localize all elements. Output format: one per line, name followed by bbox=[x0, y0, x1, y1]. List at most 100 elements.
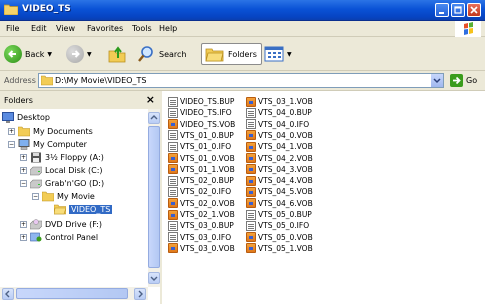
file-item[interactable]: VTS_03_0.BUP bbox=[168, 220, 234, 231]
file-item[interactable]: VTS_04_5.VOB bbox=[246, 186, 313, 197]
file-item[interactable]: VTS_01_0.IFO bbox=[168, 141, 231, 152]
views-button[interactable]: ▼ bbox=[264, 42, 292, 66]
scroll-right-button[interactable] bbox=[134, 288, 146, 300]
menu-favorites[interactable]: Favorites bbox=[87, 24, 123, 33]
file-item[interactable]: VTS_02_0.VOB bbox=[168, 198, 235, 209]
folders-label: Folders bbox=[228, 49, 257, 59]
open-folder-icon bbox=[54, 204, 66, 215]
expand-icon[interactable]: + bbox=[20, 154, 27, 161]
up-folder-button[interactable] bbox=[107, 42, 127, 66]
tree-item-grabngo-d[interactable]: − Grab'n'GO (D:) bbox=[20, 177, 104, 190]
video-file-icon bbox=[246, 243, 256, 254]
file-item[interactable]: VIDEO_TS.IFO bbox=[168, 107, 232, 118]
tree-item-my-movie[interactable]: − My Movie bbox=[32, 190, 95, 203]
forward-button[interactable]: ▼ bbox=[66, 42, 92, 66]
file-item[interactable]: VIDEO_TS.VOB bbox=[168, 119, 235, 130]
file-item[interactable]: VTS_05_0.VOB bbox=[246, 232, 313, 243]
collapse-icon[interactable]: − bbox=[8, 141, 15, 148]
forward-arrow-icon bbox=[66, 45, 84, 63]
document-file-icon bbox=[246, 220, 256, 231]
back-button[interactable]: Back ▼ bbox=[4, 42, 52, 66]
scroll-left-button[interactable] bbox=[2, 288, 14, 300]
file-item[interactable]: VTS_04_3.VOB bbox=[246, 164, 313, 175]
menu-tools[interactable]: Tools bbox=[132, 24, 152, 33]
file-item[interactable]: VTS_04_1.VOB bbox=[246, 141, 313, 152]
file-name: VIDEO_TS.VOB bbox=[180, 119, 236, 129]
menu-help[interactable]: Help bbox=[159, 24, 177, 33]
maximize-button[interactable] bbox=[451, 3, 465, 17]
file-item[interactable]: VTS_02_0.IFO bbox=[168, 186, 231, 197]
file-item[interactable]: VTS_05_0.IFO bbox=[246, 220, 309, 231]
file-item[interactable]: VTS_04_0.VOB bbox=[246, 130, 313, 141]
minimize-button[interactable] bbox=[435, 3, 449, 17]
forward-dropdown-icon[interactable]: ▼ bbox=[87, 51, 92, 58]
tree-horizontal-scrollbar[interactable] bbox=[0, 287, 148, 300]
expand-icon[interactable]: + bbox=[20, 167, 27, 174]
expand-icon[interactable]: + bbox=[20, 234, 27, 241]
file-item[interactable]: VTS_01_0.VOB bbox=[168, 153, 235, 164]
collapse-icon[interactable]: − bbox=[20, 180, 27, 187]
tree-item-floppy[interactable]: + 3½ Floppy (A:) bbox=[20, 151, 104, 164]
expand-icon[interactable]: + bbox=[20, 221, 27, 228]
collapse-icon[interactable]: − bbox=[32, 193, 39, 200]
file-name: VTS_04_0.VOB bbox=[258, 130, 313, 140]
menu-view[interactable]: View bbox=[56, 24, 75, 33]
views-dropdown-icon[interactable]: ▼ bbox=[287, 51, 292, 58]
tree-item-my-computer[interactable]: − My Computer bbox=[8, 138, 87, 151]
file-item[interactable]: VTS_01_0.BUP bbox=[168, 130, 234, 141]
file-item[interactable]: VTS_03_1.VOB bbox=[246, 96, 313, 107]
menu-edit[interactable]: Edit bbox=[31, 24, 47, 33]
address-dropdown-button[interactable] bbox=[431, 74, 443, 87]
control-panel-icon bbox=[30, 232, 42, 242]
file-item[interactable]: VTS_04_0.IFO bbox=[246, 119, 309, 130]
close-pane-icon[interactable]: × bbox=[146, 93, 155, 106]
up-folder-icon bbox=[108, 46, 126, 63]
address-input[interactable]: D:\My Movie\VIDEO_TS bbox=[38, 73, 444, 88]
tree-item-video-ts[interactable]: VIDEO_TS bbox=[54, 203, 113, 216]
tree-item-desktop[interactable]: Desktop bbox=[2, 111, 50, 124]
tree-item-local-disk-c[interactable]: + Local Disk (C:) bbox=[20, 164, 103, 177]
search-label: Search bbox=[159, 49, 187, 59]
tree-item-control-panel[interactable]: + Control Panel bbox=[20, 231, 98, 244]
close-button[interactable] bbox=[467, 3, 481, 17]
scroll-thumb[interactable] bbox=[16, 288, 128, 299]
file-name: VTS_01_0.BUP bbox=[180, 130, 234, 140]
file-item[interactable]: VTS_05_1.VOB bbox=[246, 243, 313, 254]
tree-vertical-scrollbar[interactable] bbox=[148, 109, 160, 287]
file-item[interactable]: VTS_02_1.VOB bbox=[168, 209, 235, 220]
go-button[interactable]: Go bbox=[450, 73, 477, 88]
back-dropdown-icon[interactable]: ▼ bbox=[47, 51, 52, 58]
video-file-icon bbox=[168, 119, 178, 130]
file-name: VTS_03_0.IFO bbox=[180, 232, 232, 242]
file-item[interactable]: VTS_05_0.BUP bbox=[246, 209, 312, 220]
scroll-thumb[interactable] bbox=[148, 126, 160, 268]
scroll-down-button[interactable] bbox=[148, 272, 160, 284]
file-item[interactable]: VTS_02_0.BUP bbox=[168, 175, 234, 186]
tree-label: Grab'n'GO (D:) bbox=[45, 179, 105, 188]
computer-icon bbox=[18, 139, 30, 150]
back-arrow-icon bbox=[4, 45, 22, 63]
file-name: VTS_02_1.VOB bbox=[180, 210, 235, 219]
folder-icon bbox=[18, 126, 30, 137]
expand-icon[interactable]: + bbox=[8, 128, 15, 135]
video-file-icon bbox=[168, 153, 178, 163]
file-item[interactable]: VTS_01_1.VOB bbox=[168, 164, 235, 175]
tree-item-dvd-drive[interactable]: + DVD Drive (F:) bbox=[20, 218, 102, 231]
tree-item-my-documents[interactable]: + My Documents bbox=[8, 125, 93, 138]
file-item[interactable]: VTS_03_0.IFO bbox=[168, 232, 231, 243]
scroll-up-button[interactable] bbox=[148, 112, 160, 124]
video-file-icon bbox=[246, 153, 256, 163]
video-file-icon bbox=[246, 175, 256, 186]
search-button[interactable]: Search bbox=[136, 42, 186, 66]
title-bar[interactable]: VIDEO_TS bbox=[0, 0, 485, 21]
file-item[interactable]: VIDEO_TS.BUP bbox=[168, 96, 234, 107]
file-item[interactable]: VTS_04_2.VOB bbox=[246, 153, 313, 164]
tree-label: Desktop bbox=[17, 113, 50, 122]
file-item[interactable]: VTS_03_0.VOB bbox=[168, 243, 235, 254]
folders-button[interactable]: Folders bbox=[201, 43, 262, 65]
file-item[interactable]: VTS_04_4.VOB bbox=[246, 175, 313, 186]
desktop-icon bbox=[2, 112, 14, 123]
file-item[interactable]: VTS_04_0.BUP bbox=[246, 107, 312, 118]
file-item[interactable]: VTS_04_6.VOB bbox=[246, 198, 313, 209]
menu-file[interactable]: File bbox=[6, 24, 19, 33]
